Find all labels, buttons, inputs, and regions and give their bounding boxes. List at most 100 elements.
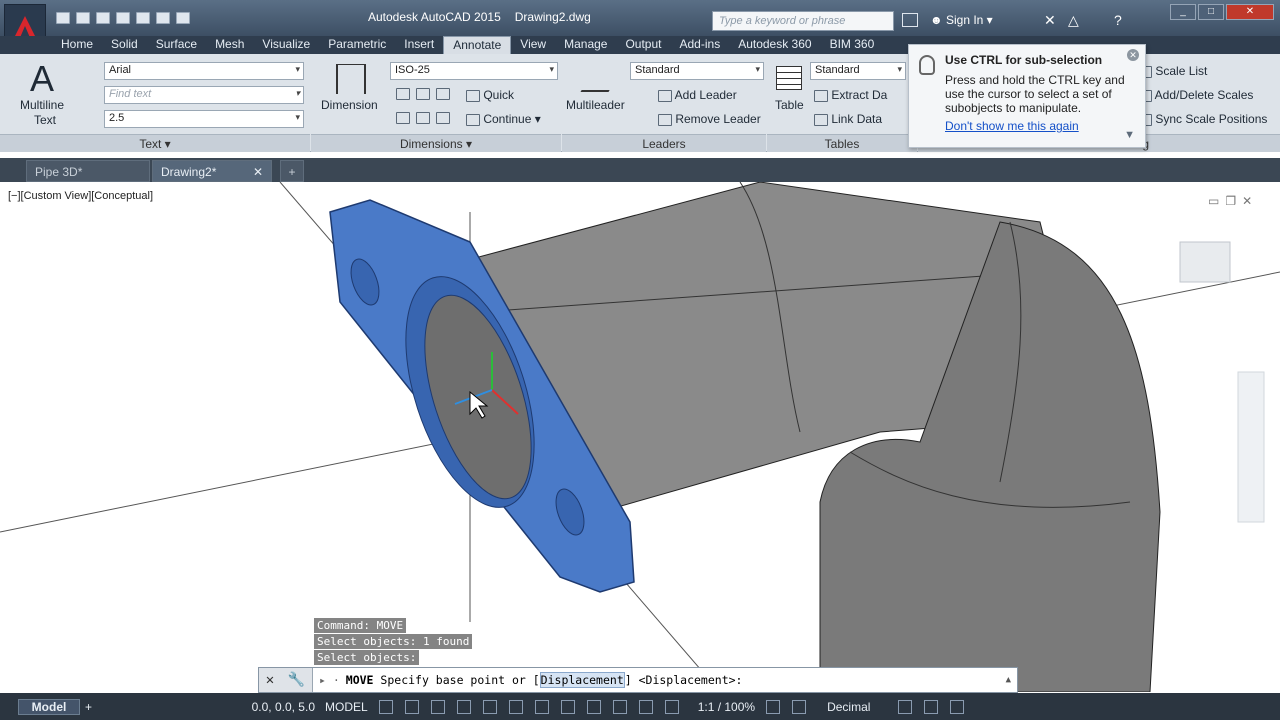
snap-icon[interactable] [404, 699, 419, 714]
pipe-model[interactable] [0, 182, 1280, 692]
dimension-icon[interactable] [336, 64, 366, 94]
dimensions-panel-label[interactable]: Dimensions ▾ [311, 134, 561, 152]
table-icon[interactable] [776, 66, 802, 90]
tab-add-ins[interactable]: Add-ins [671, 36, 730, 54]
save-icon[interactable] [96, 12, 110, 24]
tab-view[interactable]: View [511, 36, 555, 54]
leader-style-select[interactable]: Standard [630, 62, 764, 80]
osnap-icon[interactable] [482, 699, 497, 714]
gizmo-icon[interactable] [638, 699, 653, 714]
tab-annotate[interactable]: Annotate [443, 36, 512, 54]
help-icon[interactable]: ? [1114, 12, 1122, 28]
customize-wrench-icon[interactable]: 🔧 [288, 672, 305, 688]
vp-minimize-icon[interactable]: ▭ [1208, 194, 1219, 208]
add-icon[interactable] [792, 699, 807, 714]
new-icon[interactable] [56, 12, 70, 24]
quick-properties-icon[interactable] [898, 699, 913, 714]
viewport-controls-label[interactable]: [−][Custom View][Conceptual] [8, 190, 153, 202]
extract-data-button[interactable]: Extract Da [814, 88, 887, 102]
tab-surface[interactable]: Surface [147, 36, 206, 54]
sync-scale-button[interactable]: Sync Scale Positions [1138, 112, 1267, 126]
selection-cycling-icon[interactable] [586, 699, 601, 714]
annotation-visibility-icon[interactable] [664, 699, 679, 714]
vp-restore-icon[interactable]: ❐ [1225, 194, 1236, 208]
customization-icon[interactable] [950, 699, 965, 714]
tab-mesh[interactable]: Mesh [206, 36, 253, 54]
coordinates-readout[interactable]: 0.0, 0.0, 5.0 [180, 700, 320, 714]
dont-show-link[interactable]: Don't show me this again [945, 119, 1135, 133]
table-style-select[interactable]: Standard [810, 62, 906, 80]
units-select[interactable]: Decimal [822, 700, 892, 714]
multileader-label[interactable]: Multileader [566, 98, 625, 112]
text-height-select[interactable]: 2.5 [104, 110, 304, 128]
model-layout-tab[interactable]: Model [18, 698, 80, 715]
add-leader-button[interactable]: Add Leader [658, 88, 737, 102]
ortho-icon[interactable] [430, 699, 445, 714]
close-doctab-icon[interactable]: ✕ [253, 165, 263, 179]
tab-autodesk-360[interactable]: Autodesk 360 [729, 36, 820, 54]
sign-in-button[interactable]: ☻ Sign In ▾ [930, 13, 993, 27]
quick-dim-button[interactable]: Quick [466, 88, 514, 102]
tolerance-icon[interactable] [436, 112, 450, 124]
workspace-gear-icon[interactable] [766, 699, 781, 714]
text-label[interactable]: Text [34, 113, 56, 127]
open-icon[interactable] [76, 12, 90, 24]
tab-solid[interactable]: Solid [102, 36, 147, 54]
drawing-viewport[interactable] [0, 182, 1280, 692]
minimize-button[interactable]: _ [1170, 4, 1196, 20]
new-tab-button[interactable]: + [280, 160, 304, 182]
lineweight-icon[interactable] [534, 699, 549, 714]
break-dim-icon[interactable] [416, 112, 430, 124]
table-label[interactable]: Table [775, 98, 804, 112]
tab-visualize[interactable]: Visualize [253, 36, 319, 54]
find-text-input[interactable]: Find text [104, 86, 304, 104]
redo-icon[interactable] [176, 12, 190, 24]
displacement-option[interactable]: Displacement [539, 672, 625, 688]
baseline-dim-icon[interactable] [396, 112, 410, 124]
add-delete-scales-button[interactable]: Add/Delete Scales [1138, 88, 1253, 102]
close-command-icon[interactable]: ✕ [266, 672, 274, 688]
grid-icon[interactable] [378, 699, 393, 714]
add-layout-icon[interactable]: + [80, 700, 120, 714]
arc-dim-icon[interactable] [436, 88, 450, 100]
maximize-button[interactable]: □ [1198, 4, 1224, 20]
tables-panel-label[interactable]: Tables [767, 134, 917, 152]
close-tooltip-icon[interactable]: ✕ [1127, 49, 1139, 61]
font-select[interactable]: Arial [104, 62, 304, 80]
remove-leader-button[interactable]: Remove Leader [658, 112, 761, 126]
link-data-button[interactable]: Link Data [814, 112, 882, 126]
multiline-text-icon[interactable]: A [30, 58, 54, 100]
tab-parametric[interactable]: Parametric [319, 36, 395, 54]
dimension-label[interactable]: Dimension [321, 98, 378, 112]
tab-home[interactable]: Home [52, 36, 102, 54]
text-panel-label[interactable]: Text ▾ [0, 134, 310, 152]
multiline-label[interactable]: Multiline [20, 98, 64, 112]
tab-insert[interactable]: Insert [395, 36, 443, 54]
3d-osnap-icon[interactable] [612, 699, 627, 714]
save-as-icon[interactable] [116, 12, 130, 24]
model-space-button[interactable]: MODEL [320, 700, 373, 714]
vp-close-icon[interactable]: ✕ [1242, 194, 1252, 208]
tab-bim-360[interactable]: BIM 360 [821, 36, 884, 54]
isolate-objects-icon[interactable] [924, 699, 939, 714]
undo-icon[interactable] [156, 12, 170, 24]
angular-dim-icon[interactable] [416, 88, 430, 100]
tab-output[interactable]: Output [616, 36, 670, 54]
command-line[interactable]: ✕ 🔧 ▸ · MOVE Specify base point or [Displ… [258, 667, 1018, 693]
otrack-icon[interactable] [508, 699, 523, 714]
doctab-pipe-3d[interactable]: Pipe 3D* [26, 160, 150, 182]
history-expand-icon[interactable]: ▲ [1006, 675, 1011, 685]
a360-icon[interactable]: △ [1068, 12, 1079, 29]
continue-dim-button[interactable]: Continue ▾ [466, 112, 541, 126]
search-input[interactable]: Type a keyword or phrase [712, 11, 894, 31]
plot-icon[interactable] [136, 12, 150, 24]
close-button[interactable]: ✕ [1226, 4, 1274, 20]
scale-list-button[interactable]: Scale List [1138, 64, 1207, 78]
polar-icon[interactable] [456, 699, 471, 714]
dimension-style-select[interactable]: ISO-25 [390, 62, 558, 80]
annotation-scale[interactable]: 1:1 / 100% [693, 700, 760, 714]
linear-dim-icon[interactable] [396, 88, 410, 100]
doctab-drawing2[interactable]: Drawing2* ✕ [152, 160, 272, 182]
binoculars-icon[interactable] [902, 13, 918, 27]
expand-tooltip-icon[interactable]: ▼ [1124, 129, 1135, 141]
